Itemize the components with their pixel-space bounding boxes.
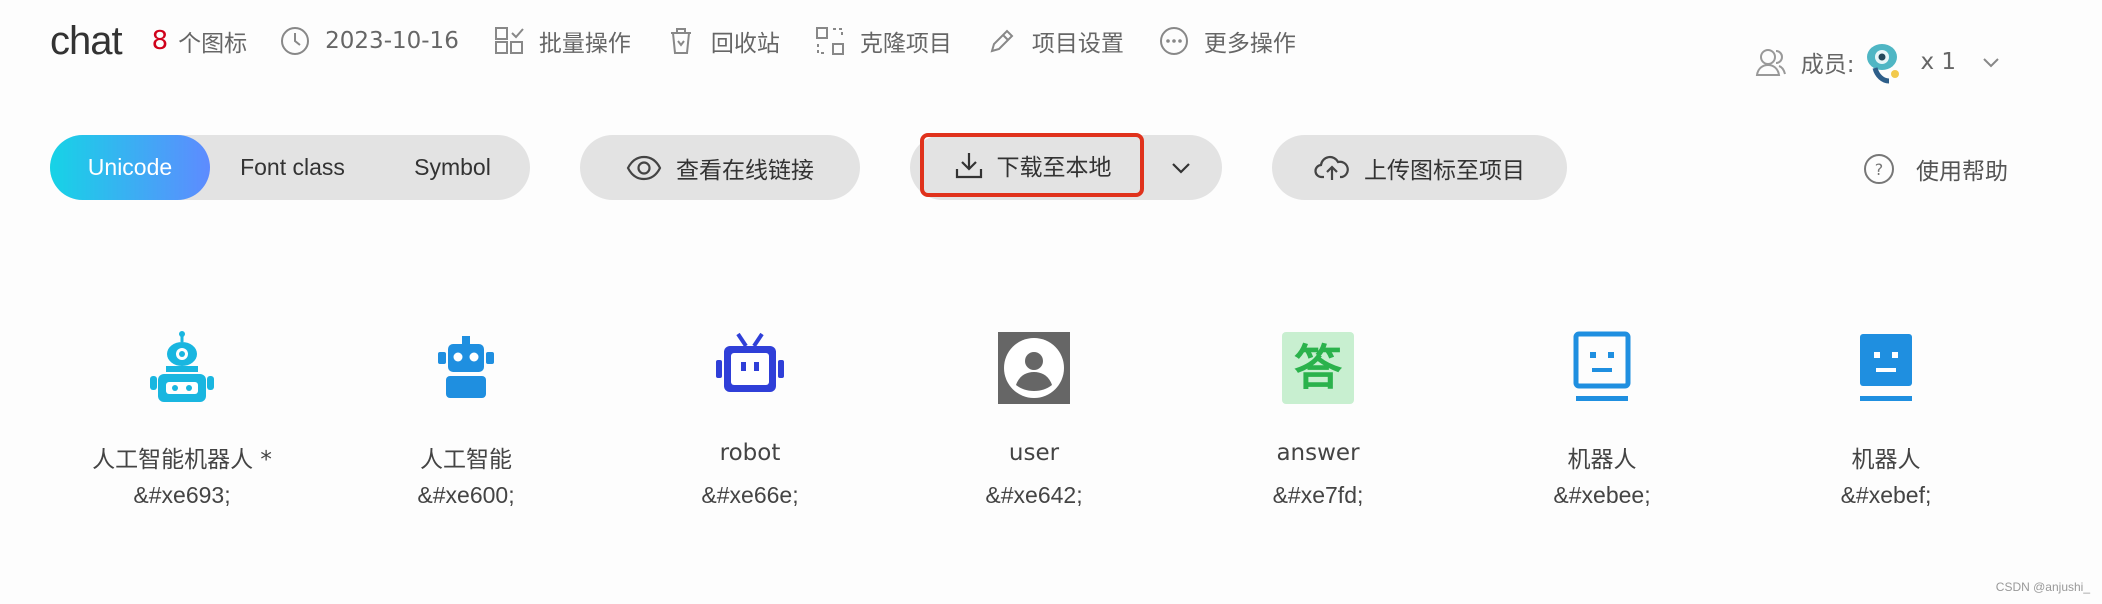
icon-grid: 人工智能机器人 * &#xe693; 人工智能 &#xe600; robot &…: [40, 330, 2040, 550]
icon-code[interactable]: &#xe642;: [892, 482, 1176, 509]
edit-icon: [990, 29, 1014, 53]
icon-code[interactable]: &#xe7fd;: [1176, 482, 1460, 509]
recycle-bin-label: 回收站: [710, 31, 780, 57]
clone-project-button[interactable]: 克隆项目: [814, 24, 952, 58]
project-date: 2023-10-16: [279, 25, 459, 57]
user-icon: [998, 332, 1070, 404]
more-operations-label: 更多操作: [1203, 31, 1296, 57]
robot-outline-icon: [1573, 331, 1631, 401]
icon-code[interactable]: &#xe693;: [40, 482, 324, 509]
member-avatar[interactable]: [1862, 40, 1906, 84]
robot-head-icon: [438, 336, 494, 398]
more-icon: [1159, 27, 1188, 55]
project-settings-button[interactable]: 项目设置: [986, 24, 1124, 58]
batch-icon: [494, 27, 524, 54]
clock-icon: [281, 27, 310, 55]
download-icon: [955, 153, 982, 179]
icon-name: answer: [1276, 440, 1360, 466]
mode-font-class-tab[interactable]: Font class: [210, 135, 375, 200]
icon-code[interactable]: &#xe600;: [324, 482, 608, 509]
eye-icon: [626, 155, 662, 180]
iconfont-project-page: chat 8 个图标 2023-10-16 批量操作 回收站 克隆项目 项目设置…: [0, 0, 2102, 604]
robot-tv-icon: [716, 332, 784, 392]
cloud-upload-icon: [1314, 155, 1349, 180]
view-online-link-label: 查看在线链接: [676, 157, 814, 184]
clone-icon: [815, 27, 844, 55]
help-label: 使用帮助: [1916, 159, 2008, 185]
chevron-down-icon[interactable]: [1980, 51, 2002, 73]
icon-name: 人工智能: [420, 447, 512, 473]
batch-operation-label: 批量操作: [538, 31, 631, 57]
icon-count: 8: [151, 26, 169, 56]
more-operations-button[interactable]: 更多操作: [1158, 24, 1296, 58]
icon-card[interactable]: user &#xe642;: [892, 330, 1176, 550]
icon-card[interactable]: 答 answer &#xe7fd;: [1176, 330, 1460, 550]
project-name: chat: [50, 18, 123, 63]
icon-name: robot: [719, 440, 781, 466]
upload-icons-label: 上传图标至项目: [1364, 157, 1525, 184]
recycle-bin-button[interactable]: 回收站: [665, 24, 780, 58]
members-count: x 1: [1920, 49, 1956, 75]
icon-name: user: [1008, 440, 1060, 466]
download-local-button[interactable]: 下载至本地: [920, 133, 1144, 197]
mode-unicode-tab[interactable]: Unicode: [50, 135, 210, 200]
robot-filled-icon: [1860, 334, 1912, 401]
members-icon: [1755, 49, 1786, 76]
help-question-icon: ?: [1864, 154, 1894, 184]
download-options-chevron-icon[interactable]: [1168, 155, 1194, 181]
clone-project-label: 克隆项目: [859, 31, 952, 57]
icon-card[interactable]: 机器人 &#xebee;: [1460, 330, 1744, 550]
icon-name: 机器人: [1567, 447, 1637, 473]
icon-card[interactable]: robot &#xe66e;: [608, 330, 892, 550]
icon-name: 机器人: [1851, 447, 1921, 473]
download-button-group: 下载至本地: [910, 133, 1222, 200]
watermark: CSDN @anjushi_: [1995, 580, 2090, 594]
icon-card[interactable]: 机器人 &#xebef;: [1744, 330, 2028, 550]
robot-antenna-icon: [150, 331, 214, 402]
icon-card[interactable]: 人工智能机器人 * &#xe693;: [40, 330, 324, 550]
project-date-text: 2023-10-16: [325, 28, 459, 54]
mode-symbol-tab[interactable]: Symbol: [375, 135, 530, 200]
icon-count-label: 个图标: [178, 31, 248, 57]
view-online-link-button[interactable]: 查看在线链接: [580, 135, 860, 200]
answer-icon-text: 答: [1294, 340, 1343, 396]
project-settings-label: 项目设置: [1031, 31, 1124, 57]
project-members: 成员: x 1: [1755, 40, 2002, 84]
answer-icon: 答: [1282, 332, 1354, 404]
code-mode-switch: Unicode Font class Symbol: [50, 135, 530, 200]
members-label: 成员:: [1800, 52, 1855, 78]
upload-icons-button[interactable]: 上传图标至项目: [1272, 135, 1567, 200]
icon-code[interactable]: &#xe66e;: [608, 482, 892, 509]
download-local-label: 下载至本地: [996, 155, 1112, 181]
icon-card[interactable]: 人工智能 &#xe600;: [324, 330, 608, 550]
trash-icon: [670, 28, 691, 54]
batch-operation-button[interactable]: 批量操作: [493, 24, 631, 58]
icon-code[interactable]: &#xebef;: [1744, 482, 2028, 509]
icon-name: 人工智能机器人 *: [92, 447, 272, 473]
help-link[interactable]: ? 使用帮助: [1864, 152, 2008, 186]
icon-code[interactable]: &#xebee;: [1460, 482, 1744, 509]
